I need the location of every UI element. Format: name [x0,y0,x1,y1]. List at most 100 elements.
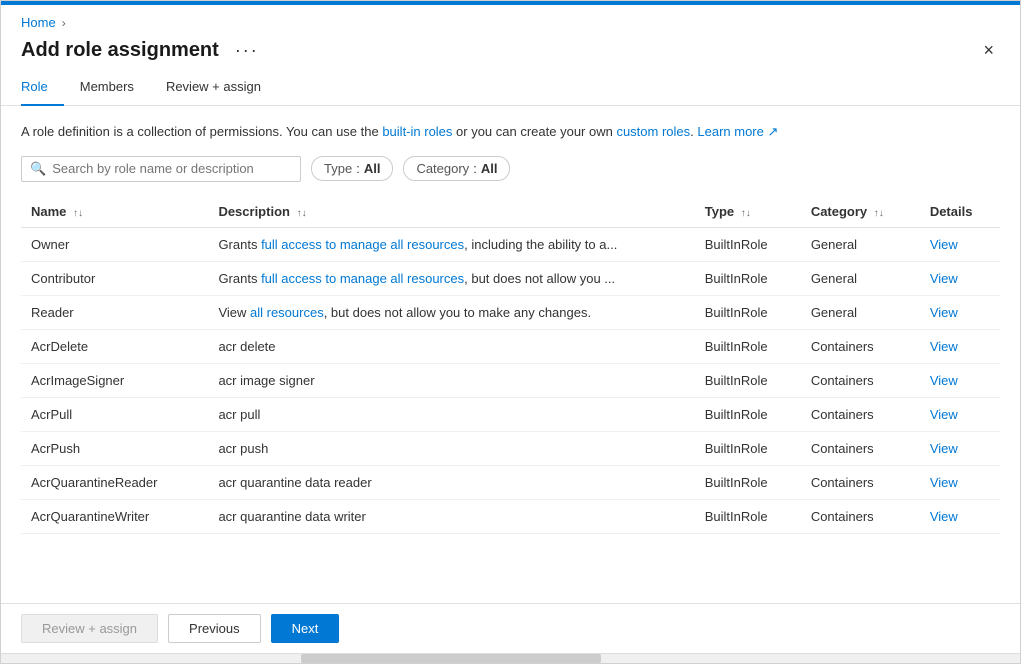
description-cell: acr quarantine data reader [208,465,694,499]
table-row: ContributorGrants full access to manage … [21,261,1000,295]
highlighted-text: full access to manage all resources [261,237,464,252]
type-cell: BuiltInRole [695,363,801,397]
search-box: 🔍 [21,156,301,182]
description-cell: acr image signer [208,363,694,397]
category-cell: Containers [801,431,920,465]
builtin-roles-link[interactable]: built-in roles [382,124,452,139]
role-name-cell: AcrPush [21,431,208,465]
category-cell: Containers [801,363,920,397]
view-details-link[interactable]: View [930,305,958,320]
role-name-cell: AcrQuarantineReader [21,465,208,499]
description-cell: Grants full access to manage all resourc… [208,227,694,261]
highlighted-text: all resources [250,305,324,320]
main-window: Home › Add role assignment ··· × Role Me… [0,0,1021,664]
table-row: AcrImageSigneracr image signerBuiltInRol… [21,363,1000,397]
category-cell: Containers [801,329,920,363]
col-header-description[interactable]: Description ↑↓ [208,196,694,228]
tab-review-assign[interactable]: Review + assign [150,71,277,106]
footer: Review + assign Previous Next [1,603,1020,653]
type-cell: BuiltInRole [695,227,801,261]
type-cell: BuiltInRole [695,499,801,533]
role-name-cell: AcrDelete [21,329,208,363]
tabs-bar: Role Members Review + assign [1,71,1020,106]
type-cell: BuiltInRole [695,295,801,329]
more-options-button[interactable]: ··· [229,38,265,63]
table-row: ReaderView all resources, but does not a… [21,295,1000,329]
filters-row: 🔍 Type : All Category : All [21,156,1000,182]
learn-more-link[interactable]: Learn more ↗ [697,124,778,139]
search-input[interactable] [52,161,292,176]
details-cell: View [920,227,1000,261]
col-header-category[interactable]: Category ↑↓ [801,196,920,228]
search-icon: 🔍 [30,161,46,177]
table-row: AcrQuarantineReaderacr quarantine data r… [21,465,1000,499]
col-header-details: Details [920,196,1000,228]
highlighted-text: full access to manage all resources [261,271,464,286]
view-details-link[interactable]: View [930,373,958,388]
main-content: A role definition is a collection of per… [1,106,1020,603]
details-cell: View [920,499,1000,533]
table-row: AcrDeleteacr deleteBuiltInRoleContainers… [21,329,1000,363]
view-details-link[interactable]: View [930,441,958,456]
tab-members[interactable]: Members [64,71,150,106]
details-cell: View [920,363,1000,397]
type-cell: BuiltInRole [695,465,801,499]
table-row: AcrPushacr pushBuiltInRoleContainers View [21,431,1000,465]
horizontal-scrollbar[interactable] [1,653,1020,663]
name-sort-icon: ↑↓ [73,208,83,219]
description-cell: View all resources, but does not allow y… [208,295,694,329]
view-details-link[interactable]: View [930,237,958,252]
next-button[interactable]: Next [271,614,340,643]
close-button[interactable]: × [977,38,1000,63]
tab-role[interactable]: Role [21,71,64,106]
custom-roles-link[interactable]: custom roles [616,124,690,139]
table-row: OwnerGrants full access to manage all re… [21,227,1000,261]
view-details-link[interactable]: View [930,339,958,354]
role-name-cell: AcrImageSigner [21,363,208,397]
roles-table: Name ↑↓ Description ↑↓ Type ↑↓ Category … [21,196,1000,534]
details-cell: View [920,465,1000,499]
table-row: AcrPullacr pullBuiltInRoleContainersView [21,397,1000,431]
role-name-cell: Contributor [21,261,208,295]
review-assign-button[interactable]: Review + assign [21,614,158,643]
category-cell: Containers [801,499,920,533]
details-cell: View [920,431,1000,465]
category-filter-pill[interactable]: Category : All [403,156,510,181]
details-cell: View [920,329,1000,363]
page-header: Add role assignment ··· × [1,34,1020,71]
role-name-cell: AcrQuarantineWriter [21,499,208,533]
category-cell: General [801,227,920,261]
col-header-type[interactable]: Type ↑↓ [695,196,801,228]
role-name-cell: AcrPull [21,397,208,431]
type-filter-pill[interactable]: Type : All [311,156,393,181]
page-title: Add role assignment [21,39,219,62]
details-cell: View [920,295,1000,329]
breadcrumb-home-link[interactable]: Home [21,15,56,30]
role-name-cell: Owner [21,227,208,261]
breadcrumb: Home › [1,5,1020,34]
view-details-link[interactable]: View [930,407,958,422]
view-details-link[interactable]: View [930,509,958,524]
category-cell: General [801,261,920,295]
type-sort-icon: ↑↓ [741,208,751,219]
scrollbar-thumb[interactable] [301,654,601,663]
role-name-cell: Reader [21,295,208,329]
type-cell: BuiltInRole [695,431,801,465]
table-row: AcrQuarantineWriteracr quarantine data w… [21,499,1000,533]
category-cell: General [801,295,920,329]
description-text: A role definition is a collection of per… [21,122,1000,142]
category-cell: Containers [801,397,920,431]
description-sort-icon: ↑↓ [297,208,307,219]
category-sort-icon: ↑↓ [874,208,884,219]
description-cell: Grants full access to manage all resourc… [208,261,694,295]
view-details-link[interactable]: View [930,475,958,490]
col-header-name[interactable]: Name ↑↓ [21,196,208,228]
breadcrumb-separator: › [62,16,66,30]
category-cell: Containers [801,465,920,499]
type-cell: BuiltInRole [695,329,801,363]
type-cell: BuiltInRole [695,397,801,431]
description-cell: acr delete [208,329,694,363]
previous-button[interactable]: Previous [168,614,261,643]
description-cell: acr push [208,431,694,465]
view-details-link[interactable]: View [930,271,958,286]
